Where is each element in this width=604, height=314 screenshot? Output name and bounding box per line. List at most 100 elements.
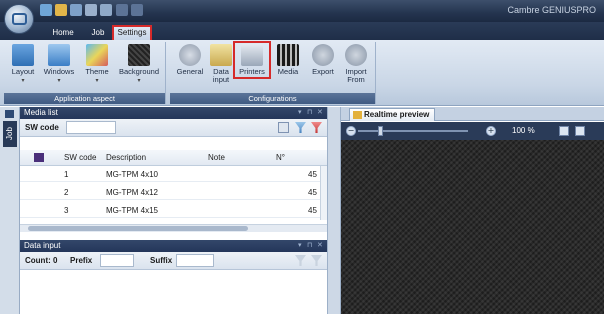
ribbon-tabstrip: Home Job Settings [0, 22, 604, 40]
col-number[interactable]: N° [276, 153, 285, 162]
ribbon: Layout ▾ Windows ▾ Theme ▾ Background ▾ Appl… [0, 40, 604, 106]
panel-pin-icon[interactable] [5, 110, 14, 118]
redo-icon[interactable] [131, 4, 143, 16]
zoom-slider[interactable] [358, 130, 468, 132]
media-list-toolbar: SW code [20, 119, 327, 137]
data-input-header: Data input ▾ ⊓ ✕ [20, 240, 327, 252]
settings-quick-icon[interactable] [100, 4, 112, 16]
media-list-title: Media list [24, 108, 58, 117]
panel-pin-button-icon[interactable]: ⊓ [307, 107, 312, 119]
side-tab-job[interactable]: Job [3, 121, 17, 147]
side-panel-strip: Job [0, 107, 20, 314]
col-sw-code[interactable]: SW code [64, 153, 96, 162]
cell-sw-code: 3 [64, 206, 69, 215]
background-icon [128, 44, 150, 66]
theme-label: Theme [85, 67, 109, 76]
suffix-label: Suffix [150, 256, 173, 265]
media-label: Media [277, 67, 299, 76]
zoom-out-icon[interactable]: − [346, 126, 356, 136]
columns-icon[interactable] [278, 122, 289, 133]
general-button[interactable]: General [174, 44, 206, 76]
filter-icon[interactable] [295, 255, 306, 266]
cell-description: MG-TPM 4x12 [106, 188, 159, 197]
panel-splitter[interactable] [327, 107, 341, 314]
data-input-button[interactable]: Data input [208, 44, 234, 84]
open-icon[interactable] [55, 4, 67, 16]
group-configurations: General Data input Printers Media Export… [170, 41, 376, 104]
sw-code-label: SW code [25, 123, 59, 132]
panel-menu-icon[interactable]: ▾ [298, 107, 302, 119]
window-title: Cambre GENIUSPRO [507, 5, 596, 15]
print-icon[interactable] [85, 4, 97, 16]
background-label: Background [118, 67, 160, 76]
cell-description: MG-TPM 4x15 [106, 206, 159, 215]
save-icon[interactable] [70, 4, 82, 16]
import-from-label: Import From [345, 67, 367, 84]
zoom-slider-thumb[interactable] [378, 126, 383, 136]
tab-settings[interactable]: Settings [112, 25, 152, 40]
preview-tab-label: Realtime preview [364, 110, 430, 119]
table-row[interactable]: 2 MG-TPM 4x12 45 [20, 185, 320, 200]
app-logo-icon [12, 13, 27, 25]
import-from-button[interactable]: Import From [340, 44, 372, 84]
data-input-title: Data input [24, 241, 61, 250]
background-button[interactable]: Background ▾ [116, 44, 162, 85]
media-icon [277, 44, 299, 66]
export-icon [312, 44, 334, 66]
media-grid-hscroll[interactable] [20, 224, 327, 232]
group-label-configurations: Configurations [170, 93, 375, 104]
layout-button[interactable]: Layout ▾ [8, 44, 38, 85]
cell-sw-code: 1 [64, 170, 69, 179]
col-description[interactable]: Description [106, 153, 146, 162]
windows-label: Windows [43, 67, 75, 76]
media-button[interactable]: Media [274, 44, 302, 76]
printers-label: Printers [239, 67, 265, 76]
data-input-toolbar: Count: 0 Prefix Suffix [20, 252, 327, 270]
prefix-input[interactable] [100, 254, 134, 267]
grid-spacer [20, 137, 327, 150]
table-row[interactable]: 1 MG-TPM 4x10 45 [20, 167, 320, 182]
preview-tab-icon [353, 111, 362, 119]
fit-page-icon[interactable] [559, 126, 569, 136]
tab-job[interactable]: Job [86, 25, 110, 40]
panel-close-icon[interactable]: ✕ [317, 240, 323, 252]
panel-pin-button-icon[interactable]: ⊓ [307, 240, 312, 252]
col-note[interactable]: Note [208, 153, 225, 162]
undo-icon[interactable] [116, 4, 128, 16]
cell-number: 45 [308, 188, 317, 197]
new-job-icon[interactable] [40, 4, 52, 16]
panel-close-icon[interactable]: ✕ [317, 107, 323, 119]
import-icon [345, 44, 367, 66]
application-menu-button[interactable] [4, 4, 34, 34]
sw-code-input[interactable] [66, 121, 116, 134]
title-bar: Cambre GENIUSPRO [0, 0, 604, 22]
theme-button[interactable]: Theme ▾ [82, 44, 112, 85]
media-grid-vscroll[interactable] [320, 166, 327, 220]
layout-label: Layout [11, 67, 35, 76]
export-label: Export [312, 67, 334, 76]
preview-canvas[interactable] [341, 140, 604, 314]
windows-button[interactable]: Windows ▾ [42, 44, 76, 85]
suffix-input[interactable] [176, 254, 214, 267]
zoom-in-icon[interactable]: + [486, 126, 496, 136]
row-selector-icon[interactable] [34, 153, 44, 162]
gears-icon [179, 44, 201, 66]
fit-width-icon[interactable] [575, 126, 585, 136]
prefix-label: Prefix [70, 256, 93, 265]
preview-tabbar: Realtime preview [341, 107, 604, 121]
printer-icon [241, 44, 263, 66]
data-input-label: Data input [212, 67, 230, 84]
tab-realtime-preview[interactable]: Realtime preview [349, 108, 435, 121]
hscroll-thumb[interactable] [28, 226, 248, 231]
clear-filter-icon[interactable] [311, 255, 322, 266]
panel-menu-icon[interactable]: ▾ [298, 240, 302, 252]
table-row[interactable]: 3 MG-TPM 4x15 45 [20, 203, 320, 218]
filter-icon[interactable] [295, 122, 306, 133]
theme-icon [86, 44, 108, 66]
export-button[interactable]: Export [308, 44, 338, 76]
printers-button[interactable]: Printers [233, 41, 271, 79]
tab-home[interactable]: Home [46, 25, 80, 40]
clear-filter-icon[interactable] [311, 122, 322, 133]
cell-sw-code: 2 [64, 188, 69, 197]
cell-number: 45 [308, 170, 317, 179]
